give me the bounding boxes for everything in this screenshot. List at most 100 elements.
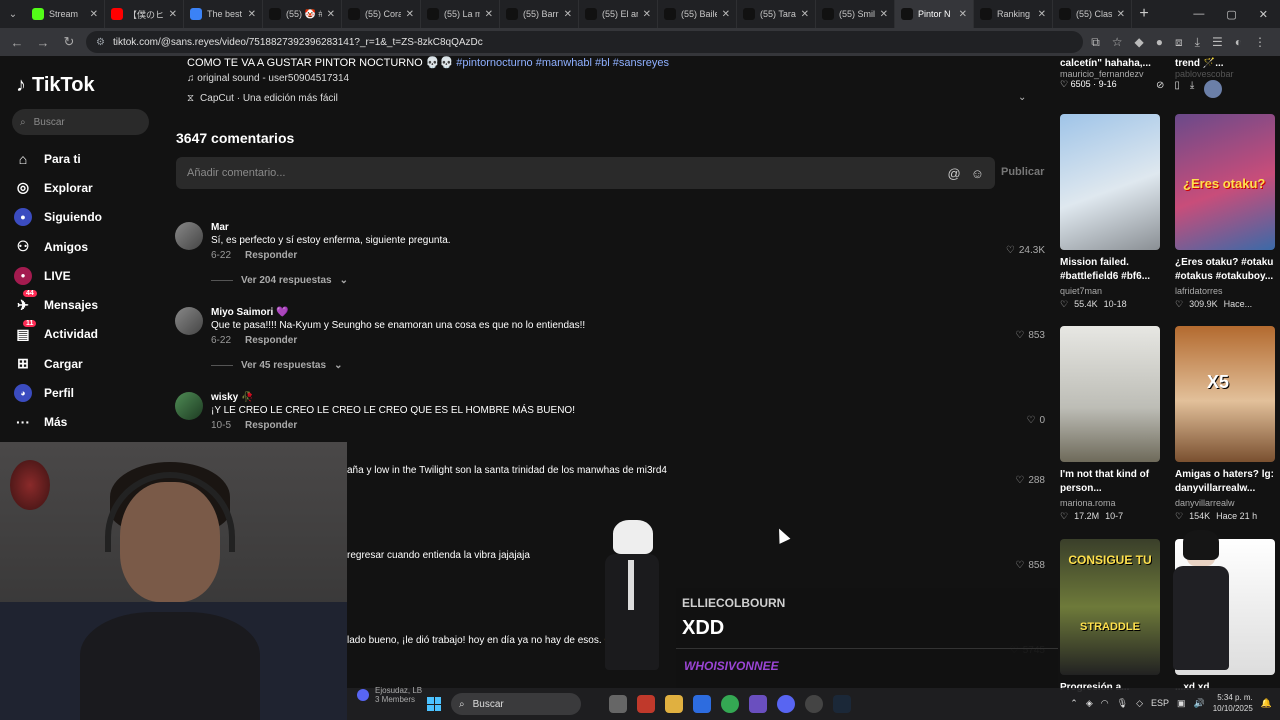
emoji-icon[interactable]: ☺ <box>971 166 984 181</box>
extension-icon[interactable]: ◆ <box>1135 35 1144 50</box>
browser-tab[interactable]: (55) Clas ✕ <box>1053 0 1132 28</box>
forward-icon[interactable]: → <box>34 35 52 50</box>
microphone-icon[interactable]: 🎙 <box>1117 698 1128 709</box>
menu-kebab-icon[interactable]: ⋮ <box>1254 35 1266 50</box>
view-replies-button[interactable]: Ver 204 respuestas ⌄ <box>211 275 348 286</box>
recommended-card[interactable]: ¿Eres otaku? ¿Eres otaku? #otaku #otakus … <box>1175 114 1277 310</box>
avatar[interactable] <box>175 392 203 420</box>
publish-button[interactable]: Publicar <box>1001 166 1044 178</box>
close-tab-icon[interactable]: ✕ <box>406 9 414 20</box>
hashtags-link[interactable]: #pintornocturno #manwhabl #bl #sansreyes <box>456 57 669 69</box>
clock[interactable]: 5:34 p. m. 10/10/2025 <box>1213 692 1253 714</box>
site-info-icon[interactable]: ⚙ <box>96 37 105 48</box>
search-input[interactable]: ⌕ Buscar <box>12 109 149 135</box>
close-tab-icon[interactable]: ✕ <box>722 9 730 20</box>
chevron-down-icon[interactable]: ⌄ <box>1018 92 1026 103</box>
app-icon[interactable] <box>693 695 711 713</box>
browser-tab[interactable]: (55) 🤡 # ✕ <box>263 0 342 28</box>
recommended-card[interactable]: X5 Amigas o haters? lg: danyvillarrealw..… <box>1175 326 1277 522</box>
windows-start-icon[interactable] <box>427 697 441 711</box>
recommended-card[interactable]: trend 🪄... pablovescobar <box>1175 58 1279 79</box>
recommended-card[interactable]: Mission failed. #battlefield6 #bf6... qui… <box>1060 114 1162 310</box>
browser-tab[interactable]: (55) Barri ✕ <box>500 0 579 28</box>
browser-tab[interactable]: (55) El ar ✕ <box>579 0 658 28</box>
sidebar-item-explorar[interactable]: ◎ Explorar <box>14 173 102 202</box>
download-icon[interactable]: ⤓ <box>1195 35 1200 50</box>
discord-icon[interactable] <box>777 695 795 713</box>
tray-icon[interactable]: ▣ <box>1177 698 1186 709</box>
close-tab-icon[interactable]: ✕ <box>485 9 493 20</box>
taskbar-search[interactable]: ⌕ Buscar <box>451 693 581 715</box>
tray-chevron-icon[interactable]: ⌃ <box>1070 698 1078 709</box>
browser-tab[interactable]: Ranking ✕ <box>974 0 1053 28</box>
view-replies-button[interactable]: Ver 45 respuestas ⌄ <box>211 360 342 371</box>
recommended-card[interactable]: calcetín" hahaha,... mauricio_fernandezv… <box>1060 58 1164 90</box>
reading-list-icon[interactable]: ☰ <box>1212 35 1223 50</box>
profile-avatar-icon[interactable]: ◐ <box>1235 35 1242 50</box>
sidebar-item-siguiendo[interactable]: ● Siguiendo <box>14 203 102 232</box>
comment-input[interactable]: Añadir comentario... @ ☺ <box>176 157 995 189</box>
download-video-icon[interactable]: ⤓ <box>1190 80 1194 98</box>
close-tab-icon[interactable]: ✕ <box>959 9 967 20</box>
extension-icon[interactable]: ● <box>1156 35 1163 50</box>
close-tab-icon[interactable]: ✕ <box>1117 9 1125 20</box>
app-icon[interactable] <box>637 695 655 713</box>
browser-tab[interactable]: Pintor N ✕ <box>895 0 974 28</box>
bookmark-star-icon[interactable]: ☆ <box>1112 35 1123 50</box>
volume-icon[interactable]: 🔊 <box>1194 698 1205 709</box>
sidebar-item-actividad[interactable]: ▤ Actividad 11 <box>14 319 102 349</box>
new-tab-button[interactable]: + <box>1132 5 1156 23</box>
language-indicator[interactable]: ESP <box>1151 698 1169 708</box>
browser-tab[interactable]: (55) Cora ✕ <box>342 0 421 28</box>
capcut-banner[interactable]: ⧖ CapCut · Una edición más fácil <box>187 93 338 104</box>
video-thumbnail[interactable]: CONSIGUE TU STRADDLE <box>1060 539 1160 675</box>
tray-icon[interactable]: ◈ <box>1086 698 1093 709</box>
video-thumbnail[interactable]: ¿Eres otaku? <box>1175 114 1275 250</box>
close-window-icon[interactable]: ✕ <box>1259 8 1268 21</box>
close-tab-icon[interactable]: ✕ <box>248 9 256 20</box>
steam-icon[interactable] <box>833 695 851 713</box>
extensions-puzzle-icon[interactable]: ⧈ <box>1175 35 1183 50</box>
address-bar[interactable]: ⚙ tiktok.com/@sans.reyes/video/751882739… <box>86 31 1084 53</box>
browser-tab[interactable]: (55) Tara ✕ <box>737 0 816 28</box>
like-button[interactable]: ♡ 24.3K <box>1006 245 1045 256</box>
discord-notification[interactable]: Ejosudaz, LB 3 Members <box>357 686 422 704</box>
like-button[interactable]: ♡ 853 <box>1015 330 1045 341</box>
close-tab-icon[interactable]: ✕ <box>880 9 888 20</box>
wifi-icon[interactable]: ◠ <box>1101 698 1109 709</box>
avatar[interactable] <box>175 307 203 335</box>
reply-button[interactable]: Responder <box>245 335 297 346</box>
browser-tab[interactable]: (55) Smil ✕ <box>816 0 895 28</box>
sidebar-item-m-s[interactable]: ··· Más <box>14 408 102 437</box>
vs-icon[interactable] <box>749 695 767 713</box>
avatar[interactable] <box>1204 80 1223 98</box>
sidebar-item-cargar[interactable]: ⊞ Cargar <box>14 349 102 378</box>
close-tab-icon[interactable]: ✕ <box>801 9 809 20</box>
close-tab-icon[interactable]: ✕ <box>169 9 177 20</box>
video-thumbnail[interactable] <box>1060 326 1160 462</box>
file-explorer-icon[interactable] <box>665 695 683 713</box>
notification-bell-icon[interactable]: 🔔 <box>1261 698 1272 709</box>
recommended-card[interactable]: I'm not that kind of person... mariona.ro… <box>1060 326 1162 522</box>
sidebar-item-amigos[interactable]: ⚇ Amigos <box>14 232 102 261</box>
comment-author[interactable]: wisky 🥀 <box>211 392 253 403</box>
reply-button[interactable]: Responder <box>245 420 297 431</box>
browser-tab[interactable]: (55) Baile ✕ <box>658 0 737 28</box>
maximize-icon[interactable]: ▢ <box>1226 8 1236 21</box>
close-tab-icon[interactable]: ✕ <box>327 9 335 20</box>
reload-icon[interactable]: ↻ <box>60 34 78 50</box>
reply-button[interactable]: Responder <box>245 250 297 261</box>
avatar[interactable] <box>175 222 203 250</box>
video-thumbnail[interactable] <box>1060 114 1160 250</box>
browser-tab[interactable]: The best ✕ <box>184 0 263 28</box>
comment-author[interactable]: Mar <box>211 222 229 233</box>
like-button[interactable]: ♡ 0 <box>1026 415 1045 426</box>
minimize-icon[interactable]: — <box>1193 8 1204 21</box>
tray-icon[interactable]: ◇ <box>1136 698 1143 709</box>
close-tab-icon[interactable]: ✕ <box>643 9 651 20</box>
app-icon[interactable] <box>805 695 823 713</box>
back-icon[interactable]: ← <box>8 35 26 50</box>
close-tab-icon[interactable]: ✕ <box>564 9 572 20</box>
task-view-icon[interactable] <box>609 695 627 713</box>
copy-link-icon[interactable]: ⊘ <box>1156 80 1164 98</box>
